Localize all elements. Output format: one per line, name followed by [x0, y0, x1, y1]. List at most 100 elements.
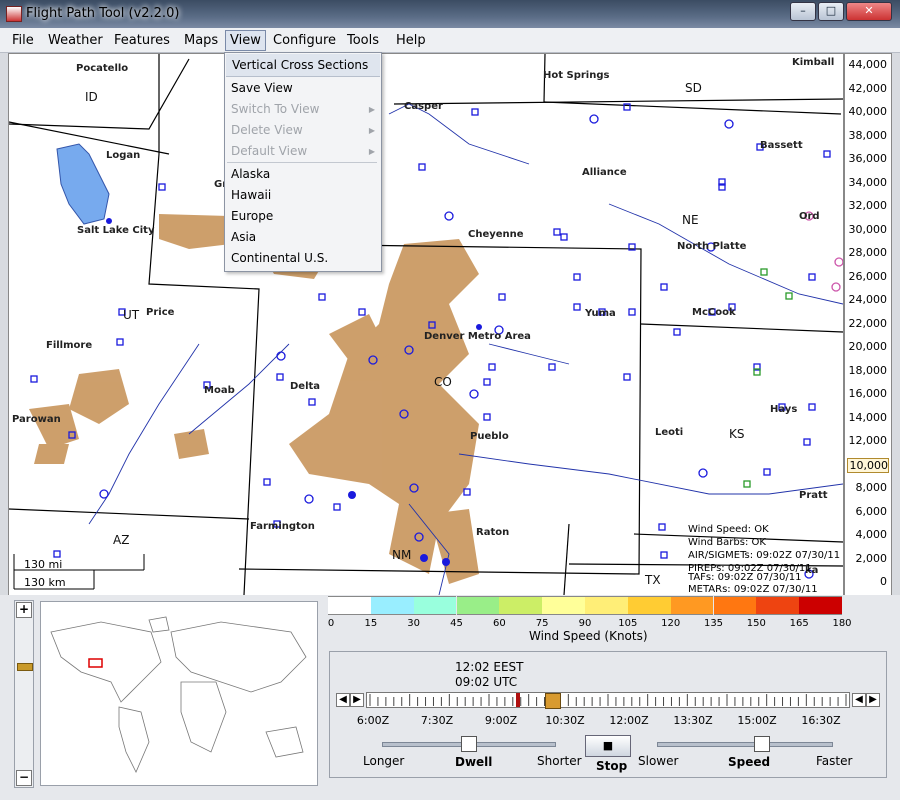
legend-color-cell — [499, 596, 543, 615]
menu-file[interactable]: File — [8, 32, 38, 49]
maximize-button[interactable]: □ — [818, 2, 844, 21]
minimize-button[interactable]: – — [790, 2, 816, 21]
menu-item-asia[interactable]: Asia — [231, 230, 256, 244]
city-label: North Platte — [677, 241, 747, 252]
state-label: CO — [434, 375, 452, 389]
altitude-label[interactable]: 14,000 — [847, 411, 888, 424]
altitude-label[interactable]: 42,000 — [847, 82, 888, 95]
altitude-label[interactable]: 20,000 — [847, 340, 888, 353]
menu-item-vertical-cross-sections[interactable]: Vertical Cross Sections — [226, 54, 380, 77]
legend-value: 165 — [789, 618, 809, 629]
time-tick-label: 6:00Z — [356, 714, 390, 727]
altitude-label[interactable]: 22,000 — [847, 317, 888, 330]
step-back-button[interactable]: ◀ — [336, 693, 350, 707]
zoom-slider[interactable]: + − — [14, 600, 34, 788]
window-title: Flight Path Tool (v2.2.0) — [26, 6, 180, 21]
city-label: Denver Metro Area — [424, 331, 531, 342]
altitude-label[interactable]: 44,000 — [847, 58, 888, 71]
zoom-out-button[interactable]: − — [16, 770, 32, 786]
altitude-label[interactable]: 2,000 — [847, 552, 888, 565]
city-label: Raton — [476, 527, 510, 538]
zoom-in-button[interactable]: + — [16, 602, 32, 618]
altitude-label[interactable]: 24,000 — [847, 293, 888, 306]
city-label: Kimball — [792, 57, 835, 68]
time-slider-thumb[interactable] — [545, 693, 562, 709]
stop-button[interactable]: ■ — [585, 735, 631, 757]
city-label: Farmington — [250, 521, 315, 532]
menu-item-save-view[interactable]: Save View — [231, 81, 293, 95]
state-label: NM — [392, 548, 412, 562]
menu-tools[interactable]: Tools — [343, 32, 383, 49]
menu-item-hawaii[interactable]: Hawaii — [231, 188, 271, 202]
altitude-label[interactable]: 36,000 — [847, 152, 888, 165]
menu-item-continental-us[interactable]: Continental U.S. — [231, 251, 328, 265]
time-slider[interactable] — [366, 692, 850, 709]
close-button[interactable]: ✕ — [846, 2, 892, 21]
scale-miles: 130 mi — [24, 558, 63, 571]
speed-slider-thumb[interactable] — [754, 736, 771, 752]
menu-view[interactable]: View — [225, 30, 266, 51]
altitude-label[interactable]: 18,000 — [847, 364, 888, 377]
title-bar: Flight Path Tool (v2.2.0) – □ ✕ — [0, 0, 900, 28]
legend-value: 90 — [578, 618, 592, 629]
city-label: Yuma — [585, 308, 616, 319]
dwell-longer-label: Longer — [363, 754, 405, 768]
menu-weather[interactable]: Weather — [44, 32, 107, 49]
city-label: Moab — [204, 385, 235, 396]
altitude-label[interactable]: 32,000 — [847, 199, 888, 212]
legend-color-cell — [627, 596, 671, 615]
state-label: UT — [123, 308, 140, 322]
altitude-label[interactable]: 38,000 — [847, 129, 888, 142]
step-forward-button[interactable]: ▶ — [350, 693, 364, 707]
utc-time: 09:02 UTC — [455, 675, 518, 689]
menu-maps[interactable]: Maps — [180, 32, 222, 49]
dwell-slider-thumb[interactable] — [461, 736, 477, 752]
menu-bar: File Weather Features Maps View Configur… — [0, 28, 900, 53]
menu-item-europe[interactable]: Europe — [231, 209, 273, 223]
menu-item-alaska[interactable]: Alaska — [231, 167, 270, 181]
speed-slider[interactable] — [657, 742, 833, 747]
submenu-arrow-icon: ▶ — [368, 147, 375, 156]
end-back-button[interactable]: ◀ — [852, 693, 866, 707]
status-wind-speed: Wind Speed: OK — [688, 524, 769, 535]
city-label: Ord — [799, 211, 820, 222]
city-label: Pratt — [799, 490, 828, 501]
altitude-label[interactable]: 30,000 — [847, 223, 888, 236]
menu-features[interactable]: Features — [110, 32, 174, 49]
altitude-scale[interactable]: 44,000 42,000 40,000 38,000 36,000 34,000 32,0… — [844, 53, 892, 596]
end-forward-button[interactable]: ▶ — [866, 693, 880, 707]
city-label: Alliance — [582, 167, 627, 178]
city-label: Hot Springs — [543, 70, 610, 81]
state-label: NE — [682, 213, 699, 227]
weather-map[interactable]: ID SD NE UT CO KS AZ NM TX Pocatello Hot… — [8, 53, 844, 596]
altitude-label[interactable]: 34,000 — [847, 176, 888, 189]
time-tick-label: 15:00Z — [737, 714, 777, 727]
altitude-label[interactable]: 12,000 — [847, 434, 888, 447]
city-label: Casper — [404, 101, 443, 112]
altitude-label[interactable]: 16,000 — [847, 387, 888, 400]
menu-item-switch-to-view: Switch To View — [231, 102, 320, 116]
state-label: SD — [685, 81, 702, 95]
altitude-label[interactable]: 28,000 — [847, 246, 888, 259]
altitude-label[interactable]: 0 — [847, 575, 887, 588]
local-time: 12:02 EEST — [455, 660, 524, 674]
altitude-label[interactable]: 8,000 — [847, 481, 888, 494]
legend-value: 150 — [746, 618, 766, 629]
altitude-label[interactable]: 10,000 — [847, 457, 889, 473]
map-canvas — [9, 54, 843, 595]
altitude-label[interactable]: 26,000 — [847, 270, 888, 283]
dwell-shorter-label: Shorter — [537, 754, 582, 768]
legend-color-cell — [756, 596, 800, 615]
zoom-slider-thumb[interactable] — [17, 663, 33, 671]
menu-configure[interactable]: Configure — [269, 32, 340, 49]
world-overview-map[interactable] — [40, 601, 318, 786]
altitude-label[interactable]: 40,000 — [847, 105, 888, 118]
altitude-label[interactable]: 4,000 — [847, 528, 888, 541]
menu-help[interactable]: Help — [392, 32, 430, 49]
altitude-label[interactable]: 6,000 — [847, 505, 888, 518]
city-label: Pueblo — [470, 431, 509, 442]
state-label: TX — [645, 573, 661, 587]
menu-separator — [227, 162, 377, 163]
legend-value: 60 — [492, 618, 506, 629]
status-metars: METARs: 09:02Z 07/30/11 — [688, 584, 818, 595]
